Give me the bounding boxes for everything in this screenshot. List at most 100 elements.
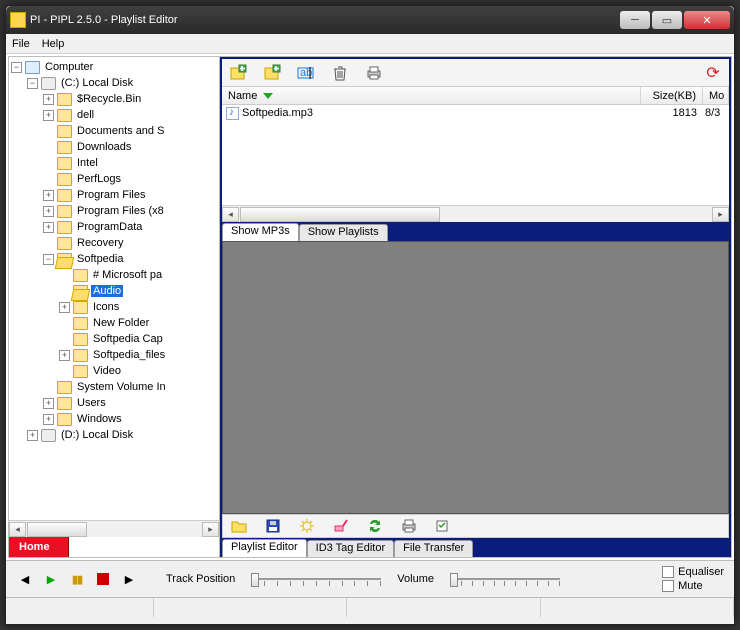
folder-icon (73, 365, 88, 378)
tree-item[interactable]: Program Files (x8 (75, 205, 166, 217)
file-toolbar: ab ⟳ (222, 59, 729, 87)
tree-item[interactable]: Program Files (75, 189, 147, 201)
folder-icon (57, 157, 72, 170)
file-list-hscrollbar[interactable]: ◂ ▸ (222, 205, 729, 222)
stop-button[interactable] (94, 571, 112, 587)
tree-computer[interactable]: Computer (43, 61, 95, 73)
menu-help[interactable]: Help (42, 38, 65, 50)
titlebar[interactable]: PI - PIPL 2.5.0 - Playlist Editor ─ ▭ ✕ (6, 6, 734, 34)
file-list[interactable]: Softpedia.mp3 1813 8/3 (222, 105, 729, 205)
scroll-right-button[interactable]: ▸ (712, 207, 729, 222)
tab-show-playlists[interactable]: Show Playlists (299, 224, 388, 241)
tab-playlist-editor[interactable]: Playlist Editor (222, 539, 307, 557)
drive-icon (41, 77, 56, 90)
folder-icon (57, 141, 72, 154)
scroll-left-button[interactable]: ◂ (9, 522, 26, 537)
folder-icon (73, 269, 88, 282)
folder-icon (57, 397, 72, 410)
folder-open-icon (73, 285, 88, 298)
tree-item[interactable]: New Folder (91, 317, 151, 329)
folder-tree[interactable]: −Computer −(C:) Local Disk +$Recycle.Bin… (9, 57, 219, 520)
add-file-button[interactable] (228, 63, 248, 83)
folder-icon (57, 173, 72, 186)
tree-cdrive[interactable]: (C:) Local Disk (59, 77, 135, 89)
tree-item[interactable]: Softpedia_files (91, 349, 167, 361)
column-name[interactable]: Name (222, 87, 641, 104)
next-button[interactable]: ▶ (120, 571, 138, 587)
equaliser-checkbox[interactable]: Equaliser (662, 566, 724, 578)
wizard-button[interactable] (297, 516, 317, 536)
print-button[interactable] (364, 63, 384, 83)
close-button[interactable]: ✕ (684, 11, 730, 29)
file-modified: 8/3 (703, 107, 729, 119)
mute-checkbox[interactable]: Mute (662, 580, 724, 592)
rename-button[interactable]: ab (296, 63, 316, 83)
tree-softpedia[interactable]: Softpedia (75, 253, 125, 265)
menu-file[interactable]: File (12, 38, 30, 50)
tree-item[interactable]: ProgramData (75, 221, 144, 233)
tree-item[interactable]: $Recycle.Bin (75, 93, 143, 105)
filter-tabs: Show MP3s Show Playlists (220, 222, 731, 241)
column-size[interactable]: Size(KB) (641, 87, 703, 104)
tree-item[interactable]: Video (91, 365, 123, 377)
tab-file-transfer[interactable]: File Transfer (394, 540, 473, 557)
tree-item[interactable]: Windows (75, 413, 124, 425)
tree-ddrive[interactable]: (D:) Local Disk (59, 429, 135, 441)
maximize-button[interactable]: ▭ (652, 11, 682, 29)
minimize-button[interactable]: ─ (620, 11, 650, 29)
sync-button[interactable] (365, 516, 385, 536)
tree-item[interactable]: dell (75, 109, 96, 121)
tree-item[interactable]: Users (75, 397, 108, 409)
tree-item[interactable]: Documents and S (75, 125, 166, 137)
folder-icon (57, 125, 72, 138)
menubar: File Help (6, 34, 734, 54)
column-modified[interactable]: Mo (703, 87, 729, 104)
tree-item[interactable]: Softpedia Cap (91, 333, 165, 345)
delete-button[interactable] (330, 63, 350, 83)
tab-id3-editor[interactable]: ID3 Tag Editor (307, 540, 395, 557)
playlist-area[interactable] (222, 241, 729, 514)
pause-button[interactable]: ▮▮ (68, 571, 86, 587)
tree-item[interactable]: Recovery (75, 237, 125, 249)
folder-open-icon (57, 253, 72, 266)
status-bar (6, 597, 734, 617)
track-position-slider[interactable] (251, 569, 381, 589)
print-playlist-button[interactable] (399, 516, 419, 536)
save-button[interactable] (263, 516, 283, 536)
scroll-thumb[interactable] (240, 207, 440, 222)
scroll-thumb[interactable] (27, 522, 87, 537)
refresh-button[interactable]: ⟳ (703, 63, 723, 83)
tree-item[interactable]: # Microsoft pa (91, 269, 164, 281)
checkbox-icon (662, 566, 674, 578)
volume-label: Volume (397, 573, 434, 585)
tree-item-selected[interactable]: Audio (91, 285, 123, 297)
tree-item[interactable]: Intel (75, 157, 100, 169)
options-button[interactable] (433, 516, 453, 536)
tree-item[interactable]: PerfLogs (75, 173, 123, 185)
clear-button[interactable] (331, 516, 351, 536)
player-bar: ◀ ▶ ▮▮ ▶ Track Position Volume Equaliser… (6, 560, 734, 624)
play-button[interactable]: ▶ (42, 571, 60, 587)
volume-slider[interactable] (450, 569, 560, 589)
tree-hscrollbar[interactable]: ◂ ▸ (9, 520, 219, 537)
prev-button[interactable]: ◀ (16, 571, 34, 587)
track-position-label: Track Position (166, 573, 235, 585)
scroll-right-button[interactable]: ▸ (202, 522, 219, 537)
tree-item[interactable]: System Volume In (75, 381, 168, 393)
playlist-toolbar (222, 514, 729, 538)
open-button[interactable] (229, 516, 249, 536)
add-folder-button[interactable] (262, 63, 282, 83)
file-size: 1813 (641, 107, 703, 119)
folder-icon (57, 221, 72, 234)
music-file-icon (226, 107, 239, 120)
tab-show-mp3s[interactable]: Show MP3s (222, 223, 299, 241)
folder-icon (73, 317, 88, 330)
status-cell (541, 598, 734, 617)
tree-item[interactable]: Downloads (75, 141, 133, 153)
tree-item[interactable]: Icons (91, 301, 121, 313)
content-pane: ab ⟳ Name Size(KB) Mo Softpedia.mp3 1813… (220, 57, 731, 557)
scroll-left-button[interactable]: ◂ (222, 207, 239, 222)
file-row[interactable]: Softpedia.mp3 1813 8/3 (222, 105, 729, 121)
home-tab[interactable]: Home (9, 537, 69, 557)
mode-tabs: Playlist Editor ID3 Tag Editor File Tran… (220, 538, 731, 557)
